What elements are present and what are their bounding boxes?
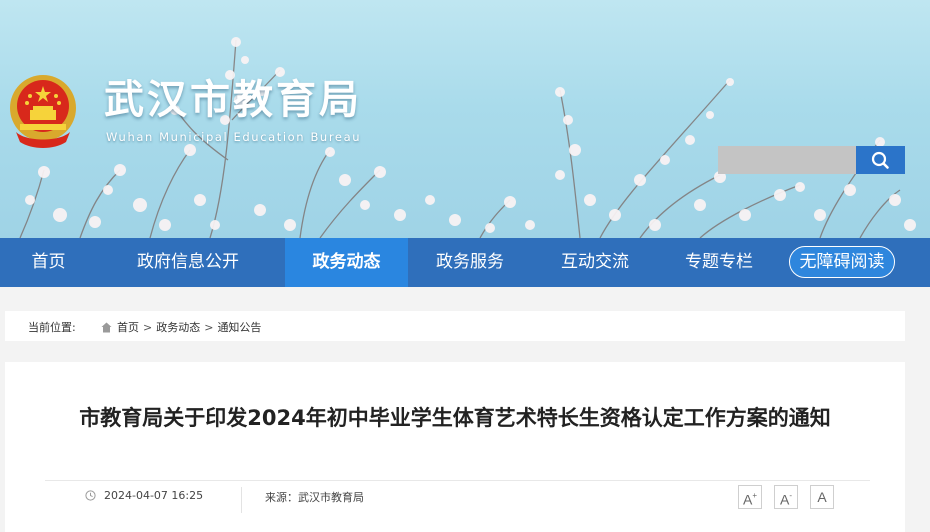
article-source: 来源：武汉市教育局: [265, 491, 364, 504]
nav-item-gov-news[interactable]: 政务动态: [285, 238, 408, 287]
breadcrumb-separator: >: [143, 320, 153, 334]
national-emblem-icon: [10, 75, 76, 148]
breadcrumb-trail: 首页 > 政务动态 > 通知公告: [101, 319, 261, 335]
publish-date-text: 2024-04-07 16:25: [104, 489, 204, 502]
font-increase-button[interactable]: A+: [738, 485, 762, 509]
publish-date: 2024-04-07 16:25: [85, 489, 203, 502]
clock-icon: [85, 490, 96, 501]
breadcrumb-home[interactable]: 首页: [117, 319, 139, 335]
nav-item-gov-service[interactable]: 政务服务: [420, 238, 520, 287]
search-input[interactable]: [718, 146, 856, 174]
breadcrumb: 当前位置: 首页 > 政务动态 > 通知公告: [5, 311, 905, 341]
main-nav: 首页 政府信息公开 政务动态 政务服务 互动交流 专题专栏 无障碍阅读: [0, 238, 930, 287]
site-title: 武汉市教育局: [104, 77, 362, 123]
nav-item-interaction[interactable]: 互动交流: [545, 238, 645, 287]
article-meta: 2024-04-07 16:25 来源：武汉市教育局 A+ A- A: [45, 480, 870, 515]
nav-item-topics[interactable]: 专题专栏: [669, 238, 769, 287]
breadcrumb-label: 当前位置:: [28, 321, 76, 334]
site-subtitle: Wuhan Municipal Education Bureau: [106, 130, 362, 144]
breadcrumb-gov-news[interactable]: 政务动态: [156, 319, 200, 335]
header-banner: 武汉市教育局 Wuhan Municipal Education Bureau: [0, 0, 930, 238]
meta-divider: [241, 487, 242, 513]
search-icon: [871, 151, 889, 169]
accessibility-button[interactable]: 无障碍阅读: [789, 246, 895, 278]
breadcrumb-separator: >: [204, 320, 214, 334]
article-panel: 市教育局关于印发2024年初中毕业学生体育艺术特长生资格认定工作方案的通知 20…: [5, 362, 905, 532]
font-reset-button[interactable]: A: [810, 485, 834, 509]
home-icon: [101, 322, 112, 332]
search-button[interactable]: [856, 146, 905, 174]
nav-item-gov-info[interactable]: 政府信息公开: [117, 238, 259, 287]
font-decrease-button[interactable]: A-: [774, 485, 798, 509]
breadcrumb-notices[interactable]: 通知公告: [217, 319, 261, 335]
nav-item-home[interactable]: 首页: [0, 238, 97, 287]
article-title: 市教育局关于印发2024年初中毕业学生体育艺术特长生资格认定工作方案的通知: [79, 406, 831, 430]
